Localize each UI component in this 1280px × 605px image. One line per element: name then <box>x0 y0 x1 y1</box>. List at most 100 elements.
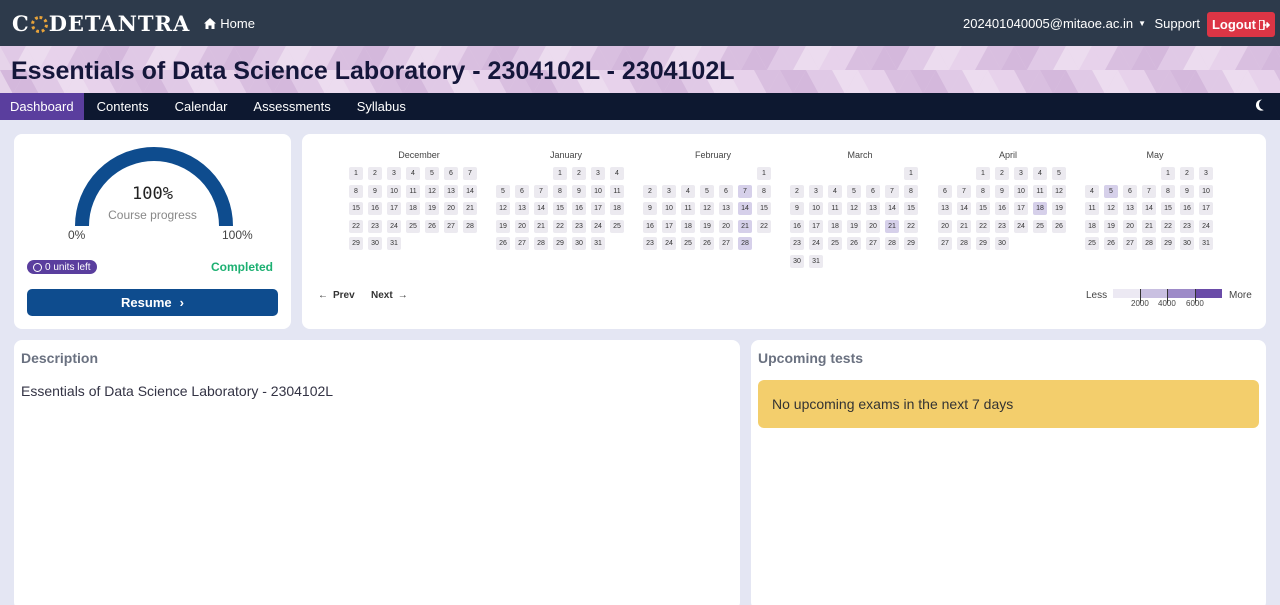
heatmap-day-cell[interactable]: 15 <box>757 202 771 215</box>
prev-button[interactable]: ← Prev <box>318 290 355 301</box>
home-link[interactable]: Home <box>204 16 255 31</box>
heatmap-day-cell[interactable]: 30 <box>1180 237 1194 250</box>
heatmap-day-cell[interactable]: 30 <box>790 254 804 268</box>
heatmap-day-cell[interactable]: 18 <box>406 202 420 215</box>
heatmap-day-cell[interactable]: 28 <box>738 237 752 250</box>
heatmap-day-cell[interactable]: 28 <box>957 237 971 250</box>
heatmap-day-cell[interactable]: 18 <box>1085 219 1099 233</box>
heatmap-day-cell[interactable]: 27 <box>866 237 880 250</box>
heatmap-day-cell[interactable]: 10 <box>662 202 676 215</box>
heatmap-day-cell[interactable]: 12 <box>496 202 510 215</box>
heatmap-day-cell[interactable]: 15 <box>553 202 567 215</box>
heatmap-day-cell[interactable]: 1 <box>349 167 363 180</box>
heatmap-day-cell[interactable]: 18 <box>681 219 695 233</box>
heatmap-day-cell[interactable]: 8 <box>553 184 567 198</box>
heatmap-day-cell[interactable]: 14 <box>1142 202 1156 215</box>
heatmap-day-cell[interactable]: 10 <box>387 184 401 198</box>
heatmap-day-cell[interactable]: 25 <box>681 237 695 250</box>
heatmap-day-cell[interactable]: 27 <box>1123 237 1137 250</box>
heatmap-day-cell[interactable]: 14 <box>957 202 971 215</box>
heatmap-day-cell[interactable]: 26 <box>847 237 861 250</box>
heatmap-day-cell[interactable]: 3 <box>1014 167 1028 180</box>
heatmap-day-cell[interactable]: 9 <box>1180 184 1194 198</box>
heatmap-day-cell[interactable]: 11 <box>828 202 842 215</box>
heatmap-day-cell[interactable]: 2 <box>1180 167 1194 180</box>
heatmap-day-cell[interactable]: 13 <box>515 202 529 215</box>
heatmap-day-cell[interactable]: 3 <box>591 167 605 180</box>
heatmap-day-cell[interactable]: 24 <box>591 219 605 233</box>
heatmap-day-cell[interactable]: 4 <box>1033 167 1047 180</box>
heatmap-day-cell[interactable]: 9 <box>572 184 586 198</box>
heatmap-day-cell[interactable]: 18 <box>828 219 842 233</box>
logout-button[interactable]: Logout <box>1207 12 1275 37</box>
heatmap-day-cell[interactable]: 7 <box>957 184 971 198</box>
heatmap-day-cell[interactable]: 19 <box>1052 202 1066 215</box>
heatmap-day-cell[interactable]: 27 <box>719 237 733 250</box>
heatmap-day-cell[interactable]: 26 <box>1104 237 1118 250</box>
heatmap-day-cell[interactable]: 6 <box>515 184 529 198</box>
heatmap-day-cell[interactable]: 24 <box>1014 219 1028 233</box>
heatmap-day-cell[interactable]: 29 <box>904 237 918 250</box>
heatmap-day-cell[interactable]: 19 <box>847 219 861 233</box>
heatmap-day-cell[interactable]: 7 <box>738 184 752 198</box>
heatmap-day-cell[interactable]: 8 <box>976 184 990 198</box>
heatmap-day-cell[interactable]: 31 <box>591 237 605 250</box>
heatmap-day-cell[interactable]: 21 <box>738 219 752 233</box>
heatmap-day-cell[interactable]: 24 <box>809 237 823 250</box>
heatmap-day-cell[interactable]: 10 <box>809 202 823 215</box>
heatmap-day-cell[interactable]: 29 <box>349 237 363 250</box>
heatmap-day-cell[interactable]: 21 <box>885 219 899 233</box>
heatmap-day-cell[interactable]: 23 <box>995 219 1009 233</box>
heatmap-day-cell[interactable]: 3 <box>662 184 676 198</box>
heatmap-day-cell[interactable]: 25 <box>1085 237 1099 250</box>
heatmap-day-cell[interactable]: 11 <box>406 184 420 198</box>
heatmap-day-cell[interactable]: 14 <box>738 202 752 215</box>
heatmap-day-cell[interactable]: 9 <box>368 184 382 198</box>
heatmap-day-cell[interactable]: 21 <box>463 202 477 215</box>
heatmap-day-cell[interactable]: 13 <box>719 202 733 215</box>
heatmap-day-cell[interactable]: 27 <box>938 237 952 250</box>
heatmap-day-cell[interactable]: 19 <box>496 219 510 233</box>
heatmap-day-cell[interactable]: 8 <box>757 184 771 198</box>
heatmap-day-cell[interactable]: 2 <box>572 167 586 180</box>
heatmap-day-cell[interactable]: 7 <box>534 184 548 198</box>
heatmap-day-cell[interactable]: 13 <box>938 202 952 215</box>
heatmap-day-cell[interactable]: 30 <box>572 237 586 250</box>
heatmap-day-cell[interactable]: 8 <box>1161 184 1175 198</box>
heatmap-day-cell[interactable]: 31 <box>387 237 401 250</box>
heatmap-day-cell[interactable]: 23 <box>643 237 657 250</box>
tab-assessments[interactable]: Assessments <box>240 93 343 120</box>
heatmap-day-cell[interactable]: 25 <box>1033 219 1047 233</box>
heatmap-day-cell[interactable]: 6 <box>938 184 952 198</box>
heatmap-day-cell[interactable]: 26 <box>700 237 714 250</box>
heatmap-day-cell[interactable]: 10 <box>591 184 605 198</box>
heatmap-day-cell[interactable]: 12 <box>1104 202 1118 215</box>
heatmap-day-cell[interactable]: 28 <box>534 237 548 250</box>
heatmap-day-cell[interactable]: 8 <box>904 184 918 198</box>
heatmap-day-cell[interactable]: 1 <box>1161 167 1175 180</box>
heatmap-day-cell[interactable]: 24 <box>662 237 676 250</box>
heatmap-day-cell[interactable]: 4 <box>828 184 842 198</box>
heatmap-day-cell[interactable]: 20 <box>866 219 880 233</box>
heatmap-day-cell[interactable]: 8 <box>349 184 363 198</box>
heatmap-day-cell[interactable]: 6 <box>1123 184 1137 198</box>
heatmap-day-cell[interactable]: 16 <box>995 202 1009 215</box>
tab-calendar[interactable]: Calendar <box>162 93 241 120</box>
heatmap-day-cell[interactable]: 2 <box>995 167 1009 180</box>
heatmap-day-cell[interactable]: 26 <box>425 219 439 233</box>
heatmap-day-cell[interactable]: 21 <box>534 219 548 233</box>
heatmap-day-cell[interactable]: 20 <box>719 219 733 233</box>
heatmap-day-cell[interactable]: 18 <box>610 202 624 215</box>
heatmap-day-cell[interactable]: 30 <box>995 237 1009 250</box>
heatmap-day-cell[interactable]: 2 <box>643 184 657 198</box>
user-menu[interactable]: 202401040005@mitaoe.ac.in ▼ <box>963 16 1146 31</box>
heatmap-day-cell[interactable]: 24 <box>387 219 401 233</box>
heatmap-day-cell[interactable]: 31 <box>1199 237 1213 250</box>
heatmap-day-cell[interactable]: 28 <box>463 219 477 233</box>
heatmap-day-cell[interactable]: 14 <box>463 184 477 198</box>
heatmap-day-cell[interactable]: 17 <box>1014 202 1028 215</box>
heatmap-day-cell[interactable]: 25 <box>406 219 420 233</box>
heatmap-day-cell[interactable]: 22 <box>976 219 990 233</box>
heatmap-day-cell[interactable]: 14 <box>885 202 899 215</box>
heatmap-day-cell[interactable]: 22 <box>553 219 567 233</box>
